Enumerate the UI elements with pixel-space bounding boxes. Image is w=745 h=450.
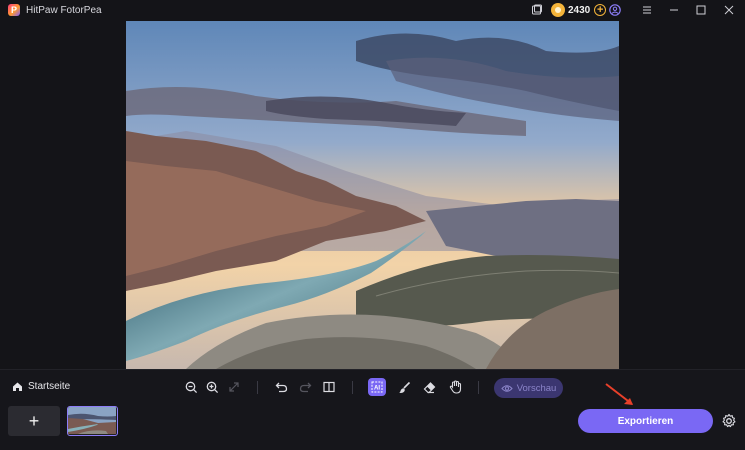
ai-select-icon[interactable]: AI [368, 378, 386, 396]
toolbar-divider [257, 381, 258, 394]
redo-icon[interactable] [297, 379, 313, 395]
zoom-in-icon[interactable] [204, 379, 220, 395]
eraser-icon[interactable] [421, 379, 437, 395]
add-image-button[interactable]: + [8, 406, 60, 436]
maximize-icon[interactable] [694, 3, 708, 17]
image-thumbnail[interactable] [67, 406, 118, 436]
undo-icon[interactable] [273, 379, 289, 395]
hand-icon[interactable] [447, 379, 463, 395]
home-button[interactable]: Startseite [12, 381, 70, 392]
zoom-out-icon[interactable] [183, 379, 199, 395]
coin-count: 2430 [568, 4, 591, 16]
title-bar: P HitPaw FotorPea 2430 + [0, 0, 745, 21]
preview-button[interactable]: Vorschau [494, 378, 563, 398]
home-label: Startseite [28, 381, 71, 392]
settings-gear-icon[interactable] [721, 413, 737, 429]
compare-icon[interactable] [321, 379, 337, 395]
toolbar-divider [478, 381, 479, 394]
app-logo: P [8, 4, 20, 16]
fit-screen-icon[interactable] [226, 379, 242, 395]
toolbar-divider [352, 381, 353, 394]
user-icon[interactable] [608, 3, 622, 17]
export-button[interactable]: Exportieren [578, 409, 713, 433]
coin-balance[interactable]: 2430 + [551, 2, 607, 18]
add-coin-icon[interactable]: + [594, 4, 607, 16]
annotation-arrow-icon [605, 383, 633, 405]
close-icon[interactable] [722, 3, 736, 17]
ai-label: AI [374, 385, 380, 391]
app-title: HitPaw FotorPea [26, 5, 102, 16]
home-icon [13, 382, 22, 391]
canvas-area[interactable] [0, 21, 745, 369]
menu-icon[interactable] [640, 3, 654, 17]
message-icon[interactable] [530, 3, 544, 17]
coin-icon [551, 3, 565, 17]
landscape-photo[interactable] [126, 21, 619, 369]
minimize-icon[interactable] [667, 3, 681, 17]
eye-icon [501, 384, 513, 392]
image-strip: + Exportieren [0, 405, 745, 450]
preview-label: Vorschau [516, 382, 557, 394]
brush-icon[interactable] [396, 379, 412, 395]
